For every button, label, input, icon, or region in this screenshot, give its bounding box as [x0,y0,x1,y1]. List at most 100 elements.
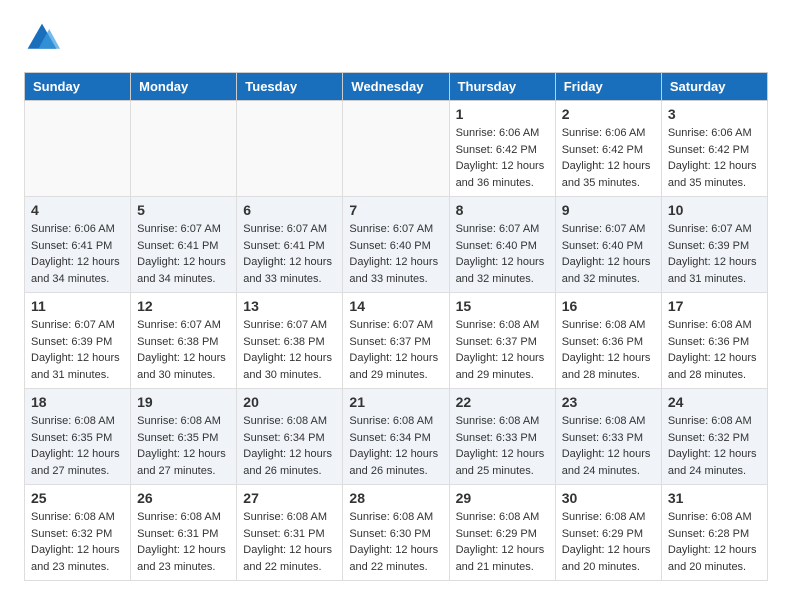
day-number: 1 [456,106,549,122]
day-number: 2 [562,106,655,122]
day-detail: Sunrise: 6:08 AMSunset: 6:30 PMDaylight:… [349,509,442,575]
day-cell-15: 15 Sunrise: 6:08 AMSunset: 6:37 PMDayligh… [449,293,555,389]
day-number: 23 [562,394,655,410]
day-number: 14 [349,298,442,314]
page: SundayMondayTuesdayWednesdayThursdayFrid… [0,0,792,601]
day-cell-26: 26 Sunrise: 6:08 AMSunset: 6:31 PMDayligh… [131,485,237,581]
day-detail: Sunrise: 6:06 AMSunset: 6:42 PMDaylight:… [562,125,655,191]
day-detail: Sunrise: 6:08 AMSunset: 6:32 PMDaylight:… [668,413,761,479]
day-number: 26 [137,490,230,506]
day-cell-31: 31Sunrise: 6:08 AMSunset: 6:28 PMDayligh… [661,485,767,581]
day-number: 11 [31,298,124,314]
day-number: 5 [137,202,230,218]
day-detail: Sunrise: 6:08 AMSunset: 6:29 PMDaylight:… [562,509,655,575]
calendar-header-row: SundayMondayTuesdayWednesdayThursdayFrid… [25,73,768,101]
day-cell-13: 13 Sunrise: 6:07 AMSunset: 6:38 PMDayligh… [237,293,343,389]
day-detail: Sunrise: 6:07 AMSunset: 6:40 PMDaylight:… [349,221,442,287]
day-number: 8 [456,202,549,218]
day-cell-11: 11Sunrise: 6:07 AMSunset: 6:39 PMDayligh… [25,293,131,389]
day-cell-21: 21Sunrise: 6:08 AMSunset: 6:34 PMDayligh… [343,389,449,485]
day-number: 20 [243,394,336,410]
day-cell-17: 17 Sunrise: 6:08 AMSunset: 6:36 PMDayligh… [661,293,767,389]
day-cell-4: 4 Sunrise: 6:06 AMSunset: 6:41 PMDaylight… [25,197,131,293]
day-detail: Sunrise: 6:07 AMSunset: 6:37 PMDaylight:… [349,317,442,383]
day-detail: Sunrise: 6:08 AMSunset: 6:36 PMDaylight:… [562,317,655,383]
day-cell-2: 2 Sunrise: 6:06 AMSunset: 6:42 PMDaylight… [555,101,661,197]
day-number: 25 [31,490,124,506]
day-number: 15 [456,298,549,314]
day-cell-3: 3Sunrise: 6:06 AMSunset: 6:42 PMDaylight… [661,101,767,197]
day-cell-10: 10 Sunrise: 6:07 AMSunset: 6:39 PMDayligh… [661,197,767,293]
day-header-sunday: Sunday [25,73,131,101]
day-number: 6 [243,202,336,218]
empty-cell [237,101,343,197]
day-cell-5: 5 Sunrise: 6:07 AMSunset: 6:41 PMDaylight… [131,197,237,293]
day-cell-24: 24 Sunrise: 6:08 AMSunset: 6:32 PMDayligh… [661,389,767,485]
day-cell-30: 30 Sunrise: 6:08 AMSunset: 6:29 PMDayligh… [555,485,661,581]
day-detail: Sunrise: 6:08 AMSunset: 6:28 PMDaylight:… [668,509,761,575]
day-detail: Sunrise: 6:06 AMSunset: 6:41 PMDaylight:… [31,221,124,287]
day-cell-22: 22 Sunrise: 6:08 AMSunset: 6:33 PMDayligh… [449,389,555,485]
day-number: 28 [349,490,442,506]
calendar: SundayMondayTuesdayWednesdayThursdayFrid… [24,72,768,581]
day-cell-9: 9Sunrise: 6:07 AMSunset: 6:40 PMDaylight… [555,197,661,293]
day-detail: Sunrise: 6:08 AMSunset: 6:33 PMDaylight:… [456,413,549,479]
day-cell-27: 27Sunrise: 6:08 AMSunset: 6:31 PMDayligh… [237,485,343,581]
day-cell-8: 8 Sunrise: 6:07 AMSunset: 6:40 PMDaylight… [449,197,555,293]
day-number: 30 [562,490,655,506]
day-header-saturday: Saturday [661,73,767,101]
day-detail: Sunrise: 6:07 AMSunset: 6:38 PMDaylight:… [243,317,336,383]
day-detail: Sunrise: 6:08 AMSunset: 6:32 PMDaylight:… [31,509,124,575]
day-cell-14: 14 Sunrise: 6:07 AMSunset: 6:37 PMDayligh… [343,293,449,389]
day-detail: Sunrise: 6:07 AMSunset: 6:40 PMDaylight:… [456,221,549,287]
day-number: 24 [668,394,761,410]
day-header-wednesday: Wednesday [343,73,449,101]
day-cell-19: 19 Sunrise: 6:08 AMSunset: 6:35 PMDayligh… [131,389,237,485]
day-detail: Sunrise: 6:08 AMSunset: 6:33 PMDaylight:… [562,413,655,479]
logo [24,20,64,56]
day-detail: Sunrise: 6:06 AMSunset: 6:42 PMDaylight:… [668,125,761,191]
day-cell-1: 1 Sunrise: 6:06 AMSunset: 6:42 PMDaylight… [449,101,555,197]
empty-cell [131,101,237,197]
day-cell-23: 23 Sunrise: 6:08 AMSunset: 6:33 PMDayligh… [555,389,661,485]
calendar-week-3: 11Sunrise: 6:07 AMSunset: 6:39 PMDayligh… [25,293,768,389]
empty-cell [25,101,131,197]
day-cell-7: 7 Sunrise: 6:07 AMSunset: 6:40 PMDaylight… [343,197,449,293]
day-header-friday: Friday [555,73,661,101]
day-number: 27 [243,490,336,506]
day-detail: Sunrise: 6:08 AMSunset: 6:36 PMDaylight:… [668,317,761,383]
day-number: 29 [456,490,549,506]
day-number: 22 [456,394,549,410]
day-number: 4 [31,202,124,218]
header [24,20,768,56]
day-detail: Sunrise: 6:07 AMSunset: 6:41 PMDaylight:… [243,221,336,287]
day-number: 10 [668,202,761,218]
day-detail: Sunrise: 6:07 AMSunset: 6:39 PMDaylight:… [668,221,761,287]
day-detail: Sunrise: 6:06 AMSunset: 6:42 PMDaylight:… [456,125,549,191]
day-number: 17 [668,298,761,314]
day-number: 19 [137,394,230,410]
day-header-tuesday: Tuesday [237,73,343,101]
day-number: 7 [349,202,442,218]
day-cell-29: 29 Sunrise: 6:08 AMSunset: 6:29 PMDayligh… [449,485,555,581]
day-cell-16: 16Sunrise: 6:08 AMSunset: 6:36 PMDayligh… [555,293,661,389]
calendar-week-2: 4 Sunrise: 6:06 AMSunset: 6:41 PMDaylight… [25,197,768,293]
day-detail: Sunrise: 6:08 AMSunset: 6:37 PMDaylight:… [456,317,549,383]
empty-cell [343,101,449,197]
day-detail: Sunrise: 6:08 AMSunset: 6:29 PMDaylight:… [456,509,549,575]
day-detail: Sunrise: 6:08 AMSunset: 6:34 PMDaylight:… [243,413,336,479]
day-number: 13 [243,298,336,314]
day-detail: Sunrise: 6:08 AMSunset: 6:34 PMDaylight:… [349,413,442,479]
day-header-monday: Monday [131,73,237,101]
day-detail: Sunrise: 6:08 AMSunset: 6:35 PMDaylight:… [31,413,124,479]
calendar-week-4: 18 Sunrise: 6:08 AMSunset: 6:35 PMDayligh… [25,389,768,485]
day-detail: Sunrise: 6:07 AMSunset: 6:41 PMDaylight:… [137,221,230,287]
day-header-thursday: Thursday [449,73,555,101]
day-number: 12 [137,298,230,314]
day-number: 18 [31,394,124,410]
day-cell-12: 12Sunrise: 6:07 AMSunset: 6:38 PMDayligh… [131,293,237,389]
day-detail: Sunrise: 6:08 AMSunset: 6:35 PMDaylight:… [137,413,230,479]
calendar-week-5: 25 Sunrise: 6:08 AMSunset: 6:32 PMDayligh… [25,485,768,581]
day-number: 9 [562,202,655,218]
day-detail: Sunrise: 6:08 AMSunset: 6:31 PMDaylight:… [137,509,230,575]
